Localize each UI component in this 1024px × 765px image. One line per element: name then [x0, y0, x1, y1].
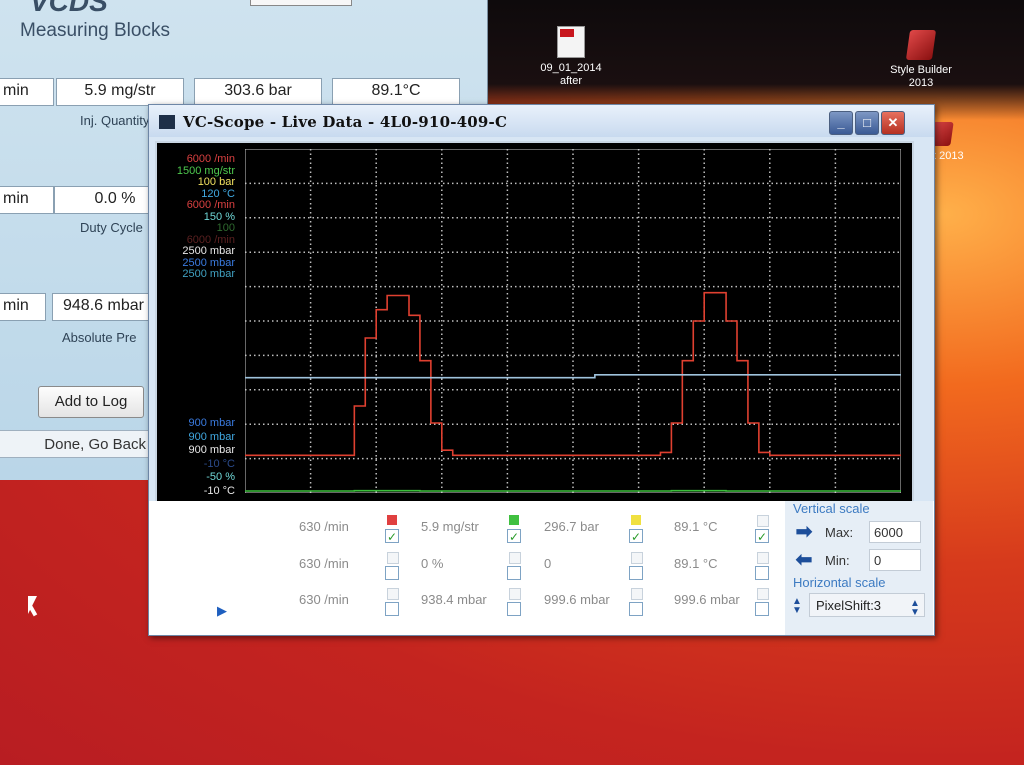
style-builder-icon [905, 30, 937, 60]
add-to-log-button[interactable]: Add to Log [38, 386, 144, 418]
minimize-button[interactable]: _ [829, 111, 853, 135]
desktop-icon-pdf[interactable]: 09_01_2014 after [528, 26, 614, 88]
channel-color-swatch[interactable] [631, 552, 643, 564]
horizontal-scale-select[interactable]: PixelShift:3 [809, 593, 925, 617]
group-label: Duty Cycle [80, 220, 143, 235]
quantity-field: 5.9 mg/str [56, 78, 184, 106]
channel-checkbox[interactable] [755, 602, 769, 616]
group-label: Absolute Pre [62, 330, 137, 345]
scroll-spinner-icon[interactable]: ▲ ▼ [791, 597, 803, 616]
y-axis-label: 900 mbar [188, 444, 235, 456]
channel-color-swatch[interactable] [757, 515, 769, 527]
close-button[interactable]: ✕ [881, 111, 905, 135]
window-title: VC-Scope - Live Data - 4L0-910-409-C [183, 113, 508, 131]
min-input[interactable]: 0 [869, 549, 921, 571]
channel-color-swatch[interactable] [509, 588, 521, 600]
channel-color-swatch[interactable] [387, 552, 399, 564]
rpm-field: min [0, 186, 54, 214]
channel-value: 89.1 °C [674, 556, 718, 571]
done-go-back-button[interactable]: Done, Go Back [0, 430, 150, 458]
channel-color-swatch[interactable] [387, 588, 399, 600]
channel-value: 938.4 mbar [421, 592, 487, 607]
channel-checkbox[interactable] [385, 566, 399, 580]
y-axis-label: -10 °C [203, 484, 235, 497]
desktop-icon-style-builder[interactable]: Style Builder 2013 [878, 30, 964, 90]
channel-color-swatch[interactable] [509, 515, 519, 525]
channel-checkbox[interactable] [629, 602, 643, 616]
rpm-field: min [0, 293, 46, 321]
y-axis-label: 900 mbar [188, 417, 235, 429]
channel-color-swatch[interactable] [387, 515, 397, 525]
channel-checkbox[interactable]: ✓ [755, 529, 769, 544]
channel-value: 0 % [421, 556, 444, 571]
channel-checkbox[interactable]: ✓ [507, 529, 521, 544]
channel-color-swatch[interactable] [509, 552, 521, 564]
app-icon [159, 115, 175, 129]
channel-checkbox[interactable] [385, 602, 399, 616]
max-input[interactable]: 6000 [869, 521, 921, 543]
arrow-left-icon[interactable]: ⬅ [791, 550, 817, 571]
desktop-icon-sublabel: 2013 [908, 77, 934, 89]
arrow-right-icon[interactable]: ➡ [791, 522, 817, 543]
max-label: Max: [825, 525, 854, 540]
desktop-icon-sublabel: after [559, 75, 582, 87]
scope-chart [245, 149, 901, 493]
channel-color-swatch[interactable] [757, 588, 769, 600]
channel-checkbox[interactable] [507, 602, 521, 616]
group-label: Inj. Quantity [80, 113, 150, 128]
channel-value: 630 /min [299, 592, 349, 607]
channel-value: 0 [544, 556, 552, 571]
rpm-field: min [0, 78, 54, 106]
pressure-field: 303.6 bar [194, 78, 322, 106]
channel-value: 630 /min [299, 556, 349, 571]
page-title: Measuring Blocks [20, 20, 170, 41]
title-bar[interactable]: VC-Scope - Live Data - 4L0-910-409-C _ □… [149, 105, 934, 137]
header-field [250, 0, 352, 6]
channel-value: 296.7 bar [544, 519, 599, 534]
channel-value: 630 /min [299, 519, 349, 534]
scope-plot-area: 6000 /min 1500 mg/str 100 bar 120 °C 6000 /m… [155, 141, 914, 503]
channel-checkbox[interactable]: ✓ [629, 529, 643, 544]
y-axis-label: 2500 mbar [182, 268, 235, 280]
series-line [245, 291, 901, 457]
channel-checkbox[interactable]: ✓ [385, 529, 399, 544]
play-icon[interactable]: ▶ [209, 601, 235, 621]
channel-color-swatch[interactable] [631, 588, 643, 600]
channel-controls: 630 /min ✓ 5.9 mg/str ✓ 296.7 bar ✓ 89.1 °C ✓ 63… [149, 501, 934, 635]
pdf-file-icon [557, 26, 585, 58]
y-axis-label: -50 % [206, 471, 235, 483]
stepper-icon[interactable]: ▲ ▼ [909, 599, 921, 618]
temperature-field: 89.1°C [332, 78, 460, 106]
scale-panel: Vertical scale ➡ Max: 6000 ⬅ Min: 0 Hori… [785, 501, 933, 635]
vertical-scale-title: Vertical scale [793, 501, 870, 516]
y-axis-label: 900 mbar [188, 430, 235, 443]
channel-checkbox[interactable] [755, 566, 769, 580]
channel-checkbox[interactable] [507, 566, 521, 580]
channel-color-swatch[interactable] [757, 552, 769, 564]
maximize-button[interactable]: □ [855, 111, 879, 135]
y-axis-label: -10 °C [203, 457, 235, 470]
channel-value: 999.6 mbar [674, 592, 740, 607]
vc-scope-window: VC-Scope - Live Data - 4L0-910-409-C _ □… [148, 104, 935, 636]
desktop-icon-label: Style Builder [890, 64, 952, 76]
channel-value: 999.6 mbar [544, 592, 610, 607]
y-axis-labels: 6000 /min 1500 mg/str 100 bar 120 °C 6000 /m… [157, 143, 235, 501]
vcds-logo: VCDS [30, 0, 108, 17]
min-label: Min: [825, 553, 850, 568]
channel-checkbox[interactable] [629, 566, 643, 580]
mouse-cursor-icon [28, 596, 37, 614]
channel-value: 89.1 °C [674, 519, 718, 534]
channel-color-swatch[interactable] [631, 515, 641, 525]
horizontal-scale-title: Horizontal scale [793, 575, 886, 590]
channel-value: 5.9 mg/str [421, 519, 479, 534]
desktop-icon-label: 09_01_2014 [540, 62, 602, 74]
